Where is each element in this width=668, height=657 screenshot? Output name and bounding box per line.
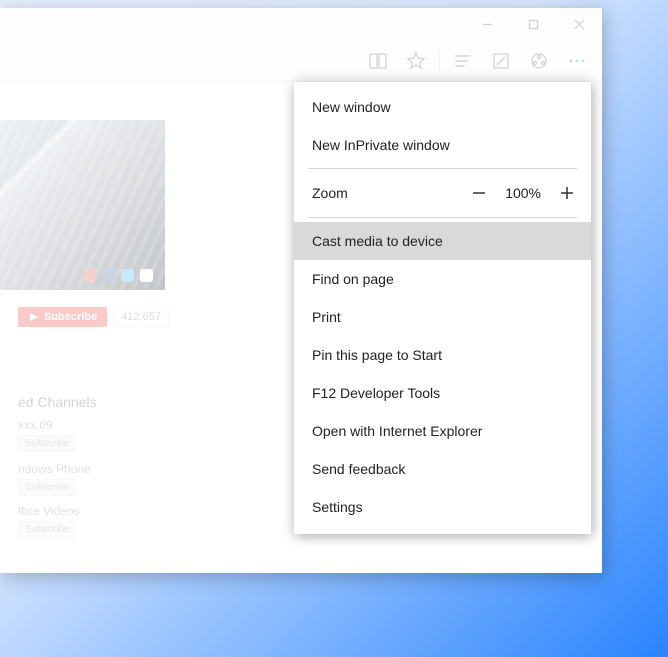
close-button[interactable] xyxy=(556,8,602,40)
subscribe-button[interactable]: Subscribe xyxy=(18,307,107,327)
channel-name: ndows Phone xyxy=(18,462,91,476)
title-bar xyxy=(0,8,602,40)
site-icon[interactable] xyxy=(140,269,153,282)
mini-subscribe[interactable]: Subscribe xyxy=(18,479,76,496)
gplus-icon[interactable] xyxy=(83,269,96,282)
channel-item[interactable]: ndows Phone Subscribe xyxy=(18,462,91,496)
minimize-button[interactable] xyxy=(464,8,510,40)
menu-separator xyxy=(308,168,577,169)
menu-open-with-ie[interactable]: Open with Internet Explorer xyxy=(294,412,591,450)
subscribe-label: Subscribe xyxy=(44,311,97,323)
facebook-icon[interactable] xyxy=(102,269,115,282)
more-menu: New window New InPrivate window Zoom 100… xyxy=(294,82,591,534)
menu-zoom-row: Zoom 100% xyxy=(294,173,591,213)
menu-find-on-page[interactable]: Find on page xyxy=(294,260,591,298)
channel-item[interactable]: ffice Videos Subscribe xyxy=(18,504,80,538)
web-note-icon[interactable] xyxy=(482,42,520,80)
more-icon[interactable] xyxy=(558,42,596,80)
mini-subscribe[interactable]: Subscribe xyxy=(18,435,76,452)
menu-dev-tools[interactable]: F12 Developer Tools xyxy=(294,374,591,412)
subscriber-count: 412,657 xyxy=(113,307,169,327)
menu-new-inprivate[interactable]: New InPrivate window xyxy=(294,126,591,164)
menu-settings[interactable]: Settings xyxy=(294,488,591,526)
social-icons xyxy=(83,269,153,282)
toolbar-separator xyxy=(439,50,440,72)
menu-new-window[interactable]: New window xyxy=(294,88,591,126)
related-channels-title: ed Channels xyxy=(18,394,97,410)
toolbar xyxy=(0,40,602,82)
zoom-value: 100% xyxy=(505,185,541,201)
hub-icon[interactable] xyxy=(444,42,482,80)
channel-banner xyxy=(0,120,165,290)
menu-cast-media[interactable]: Cast media to device xyxy=(294,222,591,260)
reading-list-icon[interactable] xyxy=(359,42,397,80)
twitter-icon[interactable] xyxy=(121,269,134,282)
mini-subscribe[interactable]: Subscribe xyxy=(18,521,76,538)
zoom-label: Zoom xyxy=(312,185,348,201)
menu-print[interactable]: Print xyxy=(294,298,591,336)
menu-separator xyxy=(308,217,577,218)
share-icon[interactable] xyxy=(520,42,558,80)
subscribe-bar: Subscribe 412,657 xyxy=(18,307,169,327)
menu-send-feedback[interactable]: Send feedback xyxy=(294,450,591,488)
channel-name: xxx.09 xyxy=(18,418,76,432)
channel-item[interactable]: xxx.09 Subscribe xyxy=(18,418,76,452)
favorite-icon[interactable] xyxy=(397,42,435,80)
menu-pin-to-start[interactable]: Pin this page to Start xyxy=(294,336,591,374)
zoom-in-button[interactable] xyxy=(557,183,577,203)
maximize-button[interactable] xyxy=(510,8,556,40)
channel-name: ffice Videos xyxy=(18,504,80,518)
zoom-out-button[interactable] xyxy=(469,183,489,203)
